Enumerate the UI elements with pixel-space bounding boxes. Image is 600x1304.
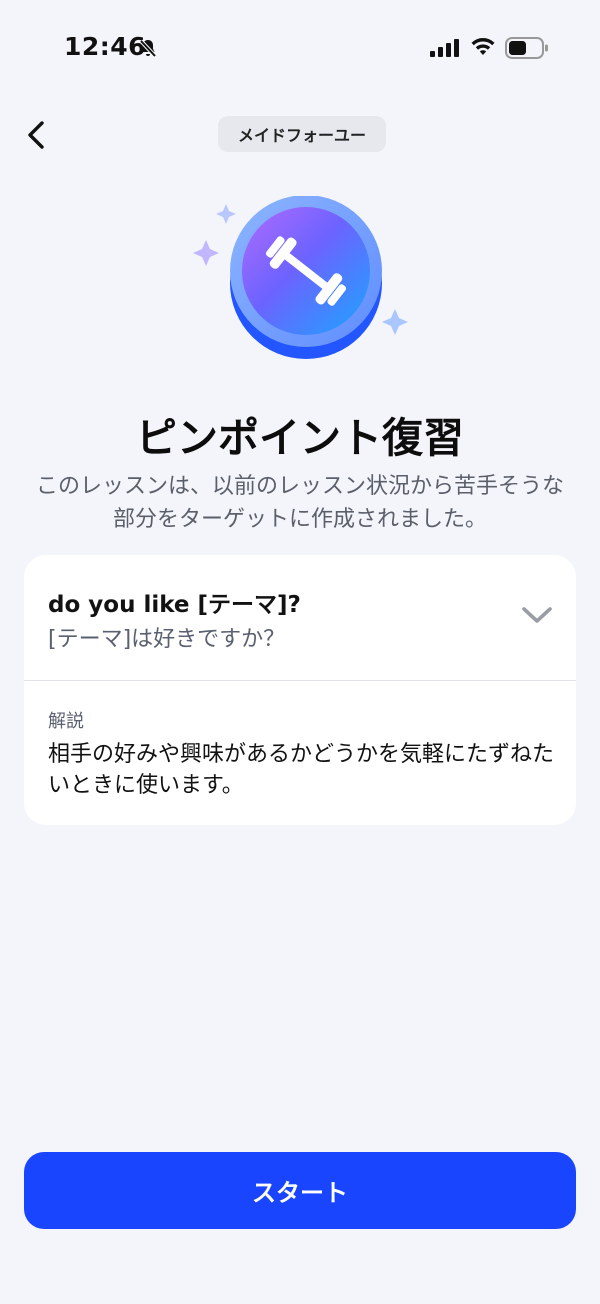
cellular-signal-icon xyxy=(430,39,459,57)
battery-icon xyxy=(505,37,548,59)
dumbbell-coin-icon xyxy=(193,196,408,359)
lesson-title: ピンポイント復習 xyxy=(136,414,464,462)
lesson-description: このレッスンは、以前のレッスン状況から苦手そうな部分をターゲットに作成されました… xyxy=(35,474,564,532)
made-for-you-badge: メイドフォーユー xyxy=(218,116,386,152)
status-time: 12:46 xyxy=(64,32,147,61)
chevron-down-icon[interactable] xyxy=(520,603,554,627)
explanation-text: 相手の好みや興味があるかどうかを気軽にたずねたいときに使います。 xyxy=(48,742,555,798)
badge-label: メイドフォーユー xyxy=(237,126,366,145)
phrase-english: do you like [テーマ]? xyxy=(48,592,301,618)
start-button[interactable]: スタート xyxy=(24,1152,576,1229)
status-bar: 12:46 xyxy=(0,0,600,96)
wifi-icon xyxy=(471,38,495,55)
explanation-label: 解説 xyxy=(48,711,84,732)
phrase-card: do you like [テーマ]? [テーマ]は好きですか？ 解説 相手の好み… xyxy=(24,555,576,825)
phrase-translation: [テーマ]は好きですか？ xyxy=(48,627,286,652)
bell-muted-icon xyxy=(139,39,157,58)
start-button-label: スタート xyxy=(252,1179,348,1207)
back-button[interactable] xyxy=(20,118,54,152)
card-divider xyxy=(24,680,576,681)
